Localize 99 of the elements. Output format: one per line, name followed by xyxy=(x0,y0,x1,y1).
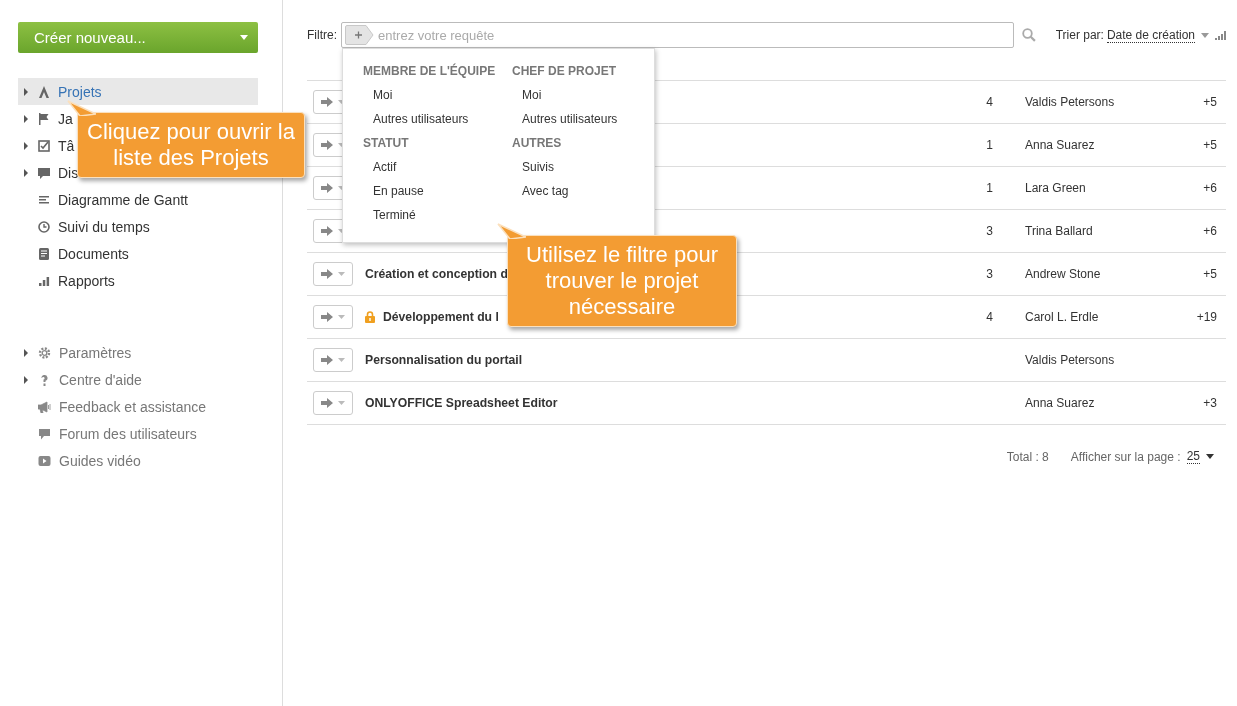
team-count: +5 xyxy=(1203,138,1217,152)
filter-label: Filtre: xyxy=(307,28,337,42)
project-manager[interactable]: Lara Green xyxy=(1025,181,1086,195)
filter-option[interactable]: En pause xyxy=(363,183,512,207)
arrow-right-icon xyxy=(321,269,333,279)
sidebar-item[interactable]: Ja xyxy=(18,105,77,132)
sidebar-item[interactable]: Documents xyxy=(18,240,133,267)
project-manager[interactable]: Valdis Petersons xyxy=(1025,95,1115,109)
help-menu-item[interactable]: Feedback et assistance xyxy=(18,393,211,420)
arrow-right-icon xyxy=(321,398,333,408)
sort-label: Trier par: xyxy=(1055,28,1104,42)
expand-arrow-icon xyxy=(24,348,28,357)
sidebar-item[interactable]: Rapports xyxy=(18,267,119,294)
project-name[interactable]: Création et conception d xyxy=(365,267,508,281)
speech-bubble-icon xyxy=(38,427,51,440)
filter-option[interactable]: Suivis xyxy=(512,159,654,183)
filter-option[interactable]: Autres utilisateurs xyxy=(512,111,654,135)
help-menu-item[interactable]: Forum des utilisateurs xyxy=(18,420,201,447)
megaphone-icon xyxy=(38,400,51,413)
filter-group-title: STATUT xyxy=(363,135,410,152)
page-size-label: Afficher sur la page : xyxy=(1070,449,1181,464)
arrow-right-icon xyxy=(321,355,333,365)
filter-group-title: MEMBRE DE L'ÉQUIPE xyxy=(363,63,497,80)
project-manager[interactable]: Trina Ballard xyxy=(1025,224,1093,238)
team-count: +5 xyxy=(1203,267,1217,281)
project-manager[interactable]: Andrew Stone xyxy=(1025,267,1101,281)
help-menu-item[interactable]: Guides vidéo xyxy=(18,447,145,474)
gear-icon xyxy=(38,346,51,359)
expand-arrow-icon xyxy=(24,87,28,96)
page-size-dropdown[interactable]: 25 xyxy=(1186,449,1200,464)
milestone-count: 3 xyxy=(986,267,993,281)
milestone-count: 1 xyxy=(986,181,993,195)
sidebar-item[interactable]: Tâ xyxy=(18,132,79,159)
caret-icon xyxy=(338,358,345,362)
gantt-icon xyxy=(38,193,50,206)
arrow-right-icon xyxy=(321,97,333,107)
flag-icon xyxy=(38,112,50,125)
clock-icon xyxy=(38,220,50,233)
filter-group-title: CHEF DE PROJET xyxy=(512,63,617,80)
team-count: +3 xyxy=(1203,396,1217,410)
caret-icon[interactable] xyxy=(1206,454,1214,459)
milestone-count: 4 xyxy=(986,310,993,324)
compass-icon xyxy=(38,85,50,98)
bar-chart-icon xyxy=(38,274,50,287)
team-count: +19 xyxy=(1196,310,1217,324)
project-name[interactable]: Développement du l xyxy=(383,310,499,324)
arrow-right-icon xyxy=(321,226,333,236)
filter-option[interactable]: Autres utilisateurs xyxy=(363,111,512,135)
arrow-right-icon xyxy=(321,183,333,193)
caret-icon xyxy=(240,35,248,40)
project-manager[interactable]: Anna Suarez xyxy=(1025,138,1095,152)
filter-option[interactable]: Moi xyxy=(363,87,512,111)
play-icon xyxy=(38,454,51,467)
filter-field[interactable]: entrez votre requête xyxy=(341,22,1014,48)
team-count: +6 xyxy=(1203,224,1217,238)
add-filter-icon[interactable] xyxy=(345,25,375,45)
expand-arrow-icon xyxy=(24,114,28,123)
team-count: +5 xyxy=(1203,95,1217,109)
filter-option[interactable]: Actif xyxy=(363,159,512,183)
project-manager[interactable]: Valdis Petersons xyxy=(1025,353,1115,367)
caret-icon xyxy=(338,401,345,405)
document-icon xyxy=(38,247,50,260)
filter-option[interactable]: Moi xyxy=(512,87,654,111)
project-manager[interactable]: Anna Suarez xyxy=(1025,396,1095,410)
total-count: Total : 8 xyxy=(1006,449,1049,464)
help-menu-item[interactable]: Centre d'aide xyxy=(18,366,146,393)
sidebar-item[interactable]: Suivi du temps xyxy=(18,213,154,240)
expand-arrow-icon xyxy=(24,141,28,150)
sort-dropdown[interactable]: Date de création xyxy=(1106,27,1195,43)
project-name[interactable]: Personnalisation du portail xyxy=(365,353,523,367)
project-name[interactable]: ONLYOFFICE Spreadsheet Editor xyxy=(365,396,558,410)
caret-icon xyxy=(338,315,345,319)
filter-option[interactable]: Terminé xyxy=(363,207,512,231)
sidebar-item[interactable]: Dis xyxy=(18,159,83,186)
search-icon[interactable] xyxy=(1021,28,1036,42)
filter-input[interactable]: entrez votre requête xyxy=(375,25,1013,45)
milestone-count: 3 xyxy=(986,224,993,238)
help-menu-item[interactable]: Paramètres xyxy=(18,339,136,366)
lock-icon xyxy=(365,311,375,323)
arrow-right-icon xyxy=(321,140,333,150)
project-manager[interactable]: Carol L. Erdle xyxy=(1025,310,1099,324)
project-actions-button[interactable] xyxy=(313,391,353,415)
team-count: +6 xyxy=(1203,181,1217,195)
milestone-count: 4 xyxy=(986,95,993,109)
speech-bubble-icon xyxy=(38,166,50,179)
sort-order-icon[interactable] xyxy=(1215,30,1226,40)
filter-group-title: AUTRES xyxy=(512,135,563,152)
filter-option[interactable]: Avec tag xyxy=(512,183,654,207)
expand-arrow-icon xyxy=(24,168,28,177)
checkbox-icon xyxy=(38,139,50,152)
milestone-count: 1 xyxy=(986,138,993,152)
caret-icon xyxy=(338,272,345,276)
expand-arrow-icon xyxy=(24,375,28,384)
project-actions-button[interactable] xyxy=(313,348,353,372)
project-actions-button[interactable] xyxy=(313,305,353,329)
arrow-right-icon xyxy=(321,312,333,322)
project-actions-button[interactable] xyxy=(313,262,353,286)
sidebar-item[interactable]: Diagramme de Gantt xyxy=(18,186,192,213)
sidebar-item[interactable]: Projets xyxy=(18,78,258,105)
